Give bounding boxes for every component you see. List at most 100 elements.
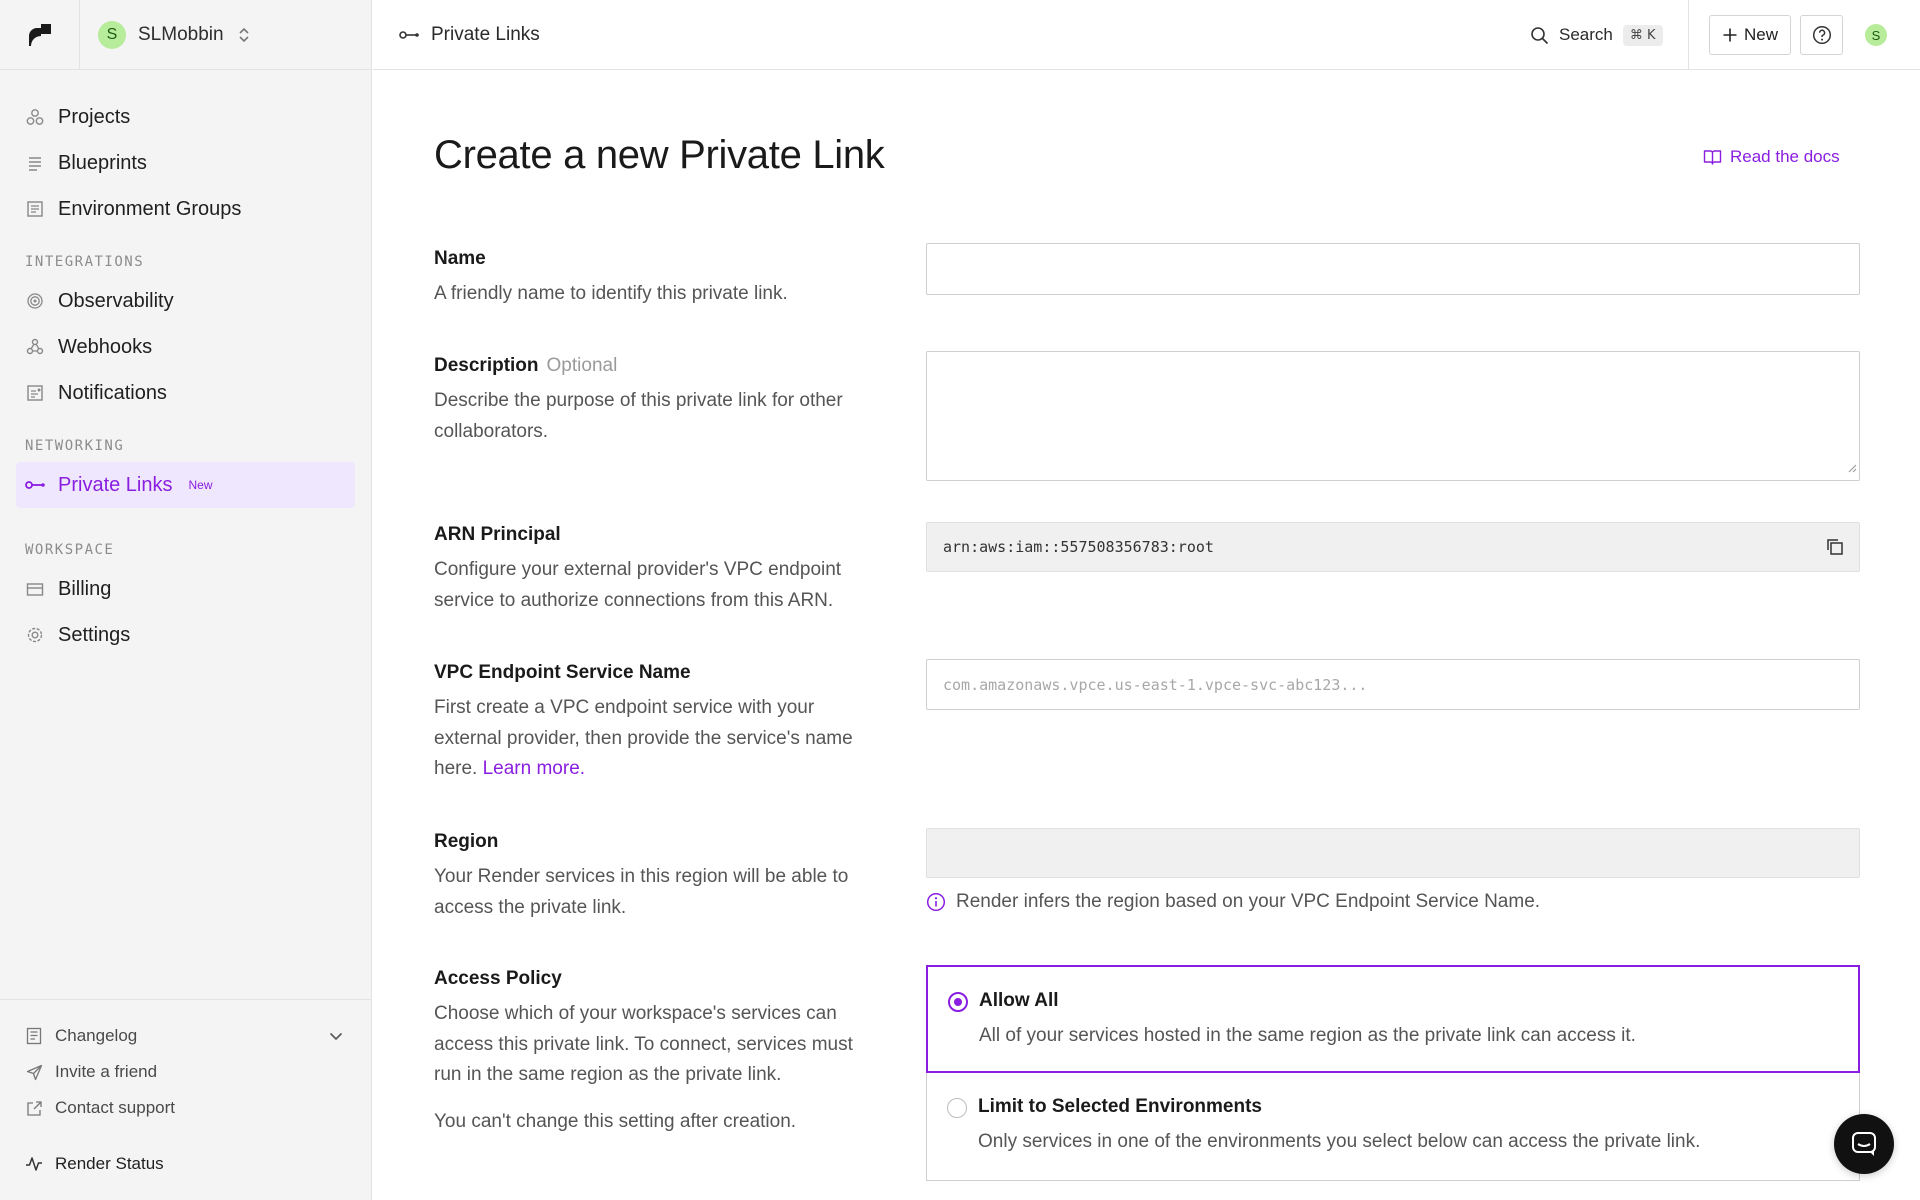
- send-icon: [25, 1063, 43, 1081]
- search-label: Search: [1559, 25, 1613, 44]
- gear-icon: [25, 625, 45, 645]
- topbar: Private Links Search ⌘ K New S: [373, 0, 1920, 70]
- sidebar-item-webhooks[interactable]: Webhooks: [0, 324, 371, 370]
- sidebar-footer: Changelog Invite a friend Contact suppor…: [0, 999, 371, 1200]
- resize-handle-icon[interactable]: [1847, 460, 1857, 478]
- sidebar-item-billing[interactable]: Billing: [0, 566, 371, 612]
- sidebar-item-blueprints[interactable]: Blueprints: [0, 140, 371, 186]
- sidebar-item-label: Notifications: [58, 381, 167, 404]
- activity-icon: [25, 1155, 43, 1173]
- sidebar-item-label: Environment Groups: [58, 197, 242, 220]
- search-button[interactable]: Search ⌘ K: [1530, 0, 1663, 70]
- chat-support-button[interactable]: [1834, 1114, 1894, 1174]
- sidebar-item-environment-groups[interactable]: Environment Groups: [0, 186, 371, 232]
- external-link-icon: [25, 1099, 43, 1117]
- access-policy-label: Access Policy: [434, 968, 562, 989]
- vpc-service-name-input[interactable]: com.amazonaws.vpce.us-east-1.vpce-svc-ab…: [926, 659, 1860, 710]
- workspace-bar: S SLMobbin: [0, 0, 371, 70]
- help-button[interactable]: [1800, 15, 1843, 55]
- render-logo-icon: [28, 23, 51, 46]
- sidebar-item-observability[interactable]: Observability: [0, 278, 371, 324]
- workspace-avatar: S: [98, 20, 126, 49]
- sidebar-item-label: Webhooks: [58, 335, 153, 358]
- projects-icon: [25, 107, 45, 127]
- contact-support-link[interactable]: Contact support: [0, 1090, 371, 1126]
- environment-groups-icon: [25, 199, 45, 219]
- private-links-icon: [399, 29, 419, 41]
- observability-icon: [25, 291, 45, 311]
- sidebar-nav: Projects Blueprints Environment Groups I…: [0, 70, 371, 658]
- access-policy-help: Choose which of your workspace's service…: [434, 1003, 853, 1085]
- new-button[interactable]: New: [1709, 15, 1791, 55]
- search-shortcut: ⌘ K: [1622, 24, 1663, 46]
- new-button-label: New: [1743, 25, 1778, 44]
- radio-option-allow-all[interactable]: Allow All All of your services hosted in…: [926, 965, 1860, 1073]
- breadcrumb: Private Links: [399, 24, 540, 46]
- radio-button-selected[interactable]: [948, 992, 968, 1012]
- region-note-text: Render infers the region based on your V…: [956, 891, 1541, 912]
- chevron-up-down-icon: [238, 26, 250, 44]
- name-help: A friendly name to identify this private…: [434, 283, 788, 304]
- sidebar-item-settings[interactable]: Settings: [0, 612, 371, 658]
- arn-field[interactable]: arn:aws:iam::557508356783:root: [926, 522, 1860, 572]
- changelog-link[interactable]: Changelog: [0, 1018, 371, 1054]
- user-avatar[interactable]: S: [1865, 24, 1887, 46]
- invite-friend-label: Invite a friend: [55, 1062, 158, 1081]
- section-title-networking: NETWORKING: [25, 438, 125, 454]
- workspace-switcher[interactable]: S SLMobbin: [80, 0, 250, 70]
- radio-option-limit-selected[interactable]: Limit to Selected Environments Only serv…: [926, 1073, 1860, 1181]
- description-textarea[interactable]: [926, 351, 1860, 481]
- notifications-icon: [25, 383, 45, 403]
- read-docs-link[interactable]: Read the docs: [1703, 147, 1840, 167]
- sidebar-item-projects[interactable]: Projects: [0, 94, 371, 140]
- breadcrumb-label: Private Links: [431, 23, 540, 45]
- region-field: [926, 828, 1860, 878]
- section-title-workspace: WORKSPACE: [25, 542, 115, 558]
- contact-support-label: Contact support: [55, 1098, 176, 1117]
- billing-icon: [25, 579, 45, 599]
- name-input[interactable]: [926, 243, 1860, 295]
- optional-tag: Optional: [546, 355, 618, 376]
- arn-help: Configure your external provider's VPC e…: [434, 559, 842, 611]
- section-title-integrations: INTEGRATIONS: [25, 254, 145, 270]
- radio-option-desc: All of your services hosted in the same …: [979, 1025, 1636, 1046]
- render-status-link[interactable]: Render Status: [0, 1146, 371, 1182]
- radio-option-desc: Only services in one of the environments…: [978, 1131, 1701, 1152]
- book-icon: [1703, 149, 1722, 166]
- learn-more-link[interactable]: Learn more.: [483, 758, 585, 779]
- sidebar-item-label: Billing: [58, 577, 112, 600]
- plus-icon: [1722, 27, 1738, 43]
- main-content: Create a new Private Link Read the docs …: [373, 71, 1920, 1200]
- access-policy-note: You can't change this setting after crea…: [434, 1111, 797, 1132]
- blueprints-icon: [25, 153, 45, 173]
- arn-value: arn:aws:iam::557508356783:root: [943, 538, 1214, 556]
- sidebar-item-private-links[interactable]: Private Links New: [16, 462, 355, 508]
- read-docs-label: Read the docs: [1730, 147, 1840, 166]
- invite-friend-link[interactable]: Invite a friend: [0, 1054, 371, 1090]
- radio-option-title: Allow All: [979, 990, 1059, 1011]
- changelog-label: Changelog: [55, 1026, 138, 1045]
- radio-option-title: Limit to Selected Environments: [978, 1096, 1262, 1117]
- webhooks-icon: [25, 337, 45, 357]
- sidebar-item-label: Private Links: [58, 473, 173, 496]
- private-links-icon: [25, 475, 45, 495]
- vpc-label: VPC Endpoint Service Name: [434, 662, 691, 683]
- region-help: Your Render services in this region will…: [434, 866, 849, 918]
- page-title: Create a new Private Link: [434, 133, 885, 177]
- access-policy-radio-group: Allow All All of your services hosted in…: [926, 965, 1860, 1181]
- sidebar-item-label: Observability: [58, 289, 174, 312]
- changelog-icon: [25, 1027, 43, 1045]
- render-logo[interactable]: [0, 0, 80, 70]
- render-status-label: Render Status: [55, 1154, 164, 1173]
- description-label-text: Description: [434, 355, 539, 376]
- chevron-down-icon[interactable]: [329, 1032, 343, 1041]
- sidebar-item-notifications[interactable]: Notifications: [0, 370, 371, 416]
- copy-icon[interactable]: [1825, 537, 1845, 557]
- topbar-divider: [1688, 0, 1689, 70]
- radio-button[interactable]: [947, 1098, 967, 1118]
- region-note: Render infers the region based on your V…: [926, 891, 1540, 913]
- description-label: Description Optional: [434, 355, 617, 377]
- help-icon: [1812, 25, 1831, 45]
- region-label: Region: [434, 831, 499, 852]
- chat-icon: [1852, 1132, 1876, 1156]
